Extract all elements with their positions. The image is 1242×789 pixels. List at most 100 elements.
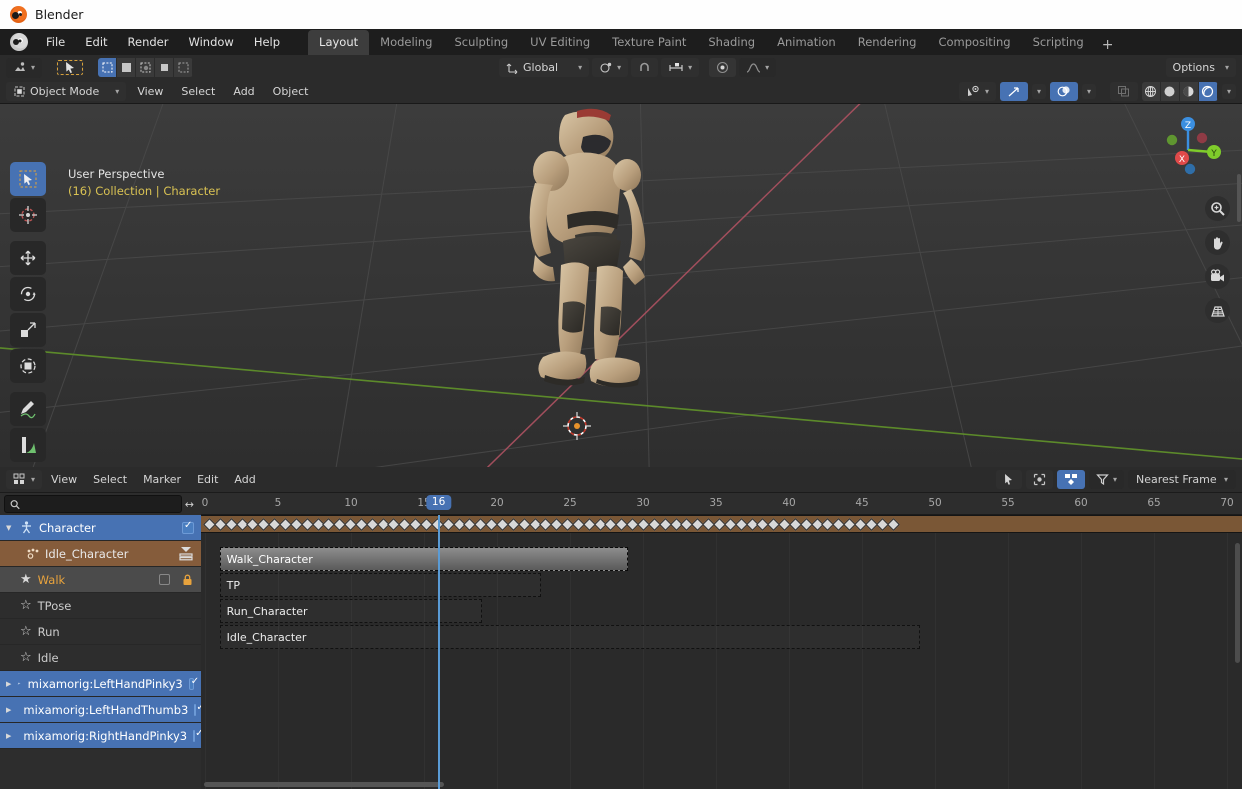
zoom-icon[interactable]: [1205, 196, 1230, 221]
lock-icon[interactable]: [182, 574, 193, 586]
playhead[interactable]: [437, 515, 440, 789]
keyframe-summary-row[interactable]: [201, 515, 1242, 533]
timeline-ruler[interactable]: 0 5 10 15 20 25 30 35 40 45 50 55 60 65 70 16: [201, 493, 1242, 515]
navigation-gizmo[interactable]: Z Y X: [1150, 112, 1226, 188]
channel-bone-righthandpinky3[interactable]: ▶ mixamorig:RightHandPinky3: [0, 723, 203, 749]
pivot-point-icon[interactable]: ▾: [592, 58, 629, 77]
menu-edit[interactable]: Edit: [75, 32, 117, 52]
snap-magnet-icon[interactable]: [631, 58, 659, 77]
snap-increment-icon[interactable]: ▾: [661, 58, 700, 77]
character-model[interactable]: [505, 107, 695, 437]
overlays-icon[interactable]: [1049, 82, 1078, 101]
gizmo-dropdown[interactable]: ▾: [1031, 84, 1046, 99]
tab-compositing[interactable]: Compositing: [927, 30, 1021, 55]
search-input-wrapper[interactable]: [4, 495, 182, 513]
transform-tool[interactable]: [10, 349, 46, 383]
cursor-tool[interactable]: [10, 198, 46, 232]
shading-dropdown[interactable]: ▾: [1221, 84, 1236, 99]
proportional-falloff-icon[interactable]: ▾: [739, 58, 777, 77]
add-workspace-button[interactable]: +: [1095, 35, 1121, 55]
timeline-hscrollbar[interactable]: [204, 782, 444, 787]
viewport-canvas[interactable]: User Perspective (16) Collection | Chara…: [0, 104, 1242, 467]
viewport-menu-view[interactable]: View: [130, 82, 170, 101]
object-mode-dropdown[interactable]: Object Mode ▾: [6, 82, 127, 101]
measure-tool[interactable]: [10, 428, 46, 462]
timeline-vscrollbar[interactable]: [1235, 543, 1240, 663]
channel-walk[interactable]: ★ Walk: [0, 567, 201, 593]
channel-idle-character-action[interactable]: Idle_Character: [0, 541, 201, 567]
expand-triangle-icon[interactable]: ▶: [6, 680, 11, 688]
dopesheet-menu-edit[interactable]: Edit: [190, 470, 225, 489]
dopesheet-menu-view[interactable]: View: [44, 470, 84, 489]
rendered-shading-icon[interactable]: [1198, 82, 1218, 101]
dopesheet-menu-marker[interactable]: Marker: [136, 470, 188, 489]
menu-file[interactable]: File: [36, 32, 75, 52]
gizmo-icon[interactable]: [999, 82, 1028, 101]
tab-texture-paint[interactable]: Texture Paint: [601, 30, 697, 55]
snap-mode-dropdown[interactable]: Nearest Frame ▾: [1128, 470, 1236, 489]
tab-rendering[interactable]: Rendering: [847, 30, 928, 55]
channel-checkbox[interactable]: [193, 728, 203, 742]
overlays-dropdown[interactable]: ▾: [1081, 84, 1096, 99]
viewport-options-dropdown[interactable]: Options ▾: [1165, 58, 1236, 77]
camera-view-icon[interactable]: [1205, 264, 1230, 289]
channel-tpose[interactable]: ☆ TPose: [0, 593, 201, 619]
viewport-menu-add[interactable]: Add: [226, 82, 261, 101]
dopesheet-menu-select[interactable]: Select: [86, 470, 134, 489]
dopesheet-editor-icon[interactable]: ▾: [6, 470, 43, 489]
channel-checkbox[interactable]: [182, 520, 194, 534]
viewport-menu-select[interactable]: Select: [174, 82, 222, 101]
menu-render[interactable]: Render: [118, 32, 179, 52]
show-hide-icon[interactable]: ▾: [958, 82, 996, 101]
action-strip[interactable]: TP: [219, 573, 541, 597]
expand-triangle-icon[interactable]: ▶: [6, 732, 11, 740]
wireframe-shading-icon[interactable]: [1141, 82, 1161, 101]
keyframe-diamond[interactable]: [886, 518, 900, 531]
tweak-select-tool[interactable]: [10, 162, 46, 196]
channel-bone-lefthandpinky3[interactable]: ▶ mixamorig:LeftHandPinky3: [0, 671, 201, 697]
sort-arrows-icon[interactable]: ↔: [182, 498, 197, 511]
action-stash-icon[interactable]: [178, 546, 194, 561]
move-tool[interactable]: [10, 241, 46, 275]
tab-animation[interactable]: Animation: [766, 30, 847, 55]
search-input[interactable]: [25, 498, 176, 510]
action-strip[interactable]: Walk_Character: [219, 547, 629, 571]
action-strip[interactable]: Run_Character: [219, 599, 483, 623]
tab-layout[interactable]: Layout: [308, 30, 370, 55]
editor-type-icon[interactable]: ▾: [6, 57, 43, 78]
menu-window[interactable]: Window: [178, 32, 243, 52]
filter-funnel-icon[interactable]: ▾: [1088, 470, 1124, 489]
toggle-xray-icon[interactable]: [1109, 82, 1138, 101]
channel-idle[interactable]: ☆ Idle: [0, 645, 201, 671]
proportional-editing-icon[interactable]: [709, 58, 737, 77]
rotate-tool[interactable]: [10, 277, 46, 311]
current-frame-indicator[interactable]: 16: [425, 495, 452, 510]
tab-uv-editing[interactable]: UV Editing: [519, 30, 601, 55]
channel-checkbox[interactable]: [188, 676, 200, 690]
tab-modeling[interactable]: Modeling: [369, 30, 443, 55]
timeline-area[interactable]: 0 5 10 15 20 25 30 35 40 45 50 55 60 65 70 16 Walk_Char…: [201, 493, 1242, 789]
tab-sculpting[interactable]: Sculpting: [443, 30, 519, 55]
expand-triangle-icon[interactable]: ▶: [6, 706, 11, 714]
transform-orientation-dropdown[interactable]: Global ▾: [499, 58, 590, 77]
select-extend-icon[interactable]: [117, 58, 137, 77]
scale-tool[interactable]: [10, 313, 46, 347]
viewport-menu-object[interactable]: Object: [266, 82, 316, 101]
tab-scripting[interactable]: Scripting: [1022, 30, 1095, 55]
channel-run[interactable]: ☆ Run: [0, 619, 201, 645]
dopesheet-menu-add[interactable]: Add: [227, 470, 262, 489]
cursor-select-icon[interactable]: [56, 59, 85, 76]
pan-hand-icon[interactable]: [1205, 230, 1230, 255]
show-hidden-icon[interactable]: [1056, 470, 1085, 489]
track-mute-checkbox[interactable]: [159, 574, 170, 585]
select-subtract-icon[interactable]: [136, 58, 156, 77]
material-preview-icon[interactable]: [1179, 82, 1199, 101]
action-strip[interactable]: Idle_Character: [219, 625, 921, 649]
expand-triangle-icon[interactable]: ▼: [6, 524, 14, 532]
channel-character[interactable]: ▼ Character: [0, 515, 201, 541]
channel-checkbox[interactable]: [194, 702, 205, 716]
select-new-icon[interactable]: [98, 58, 118, 77]
select-intersect-icon[interactable]: [174, 58, 194, 77]
tab-shading[interactable]: Shading: [697, 30, 766, 55]
solid-shading-icon[interactable]: [1160, 82, 1180, 101]
